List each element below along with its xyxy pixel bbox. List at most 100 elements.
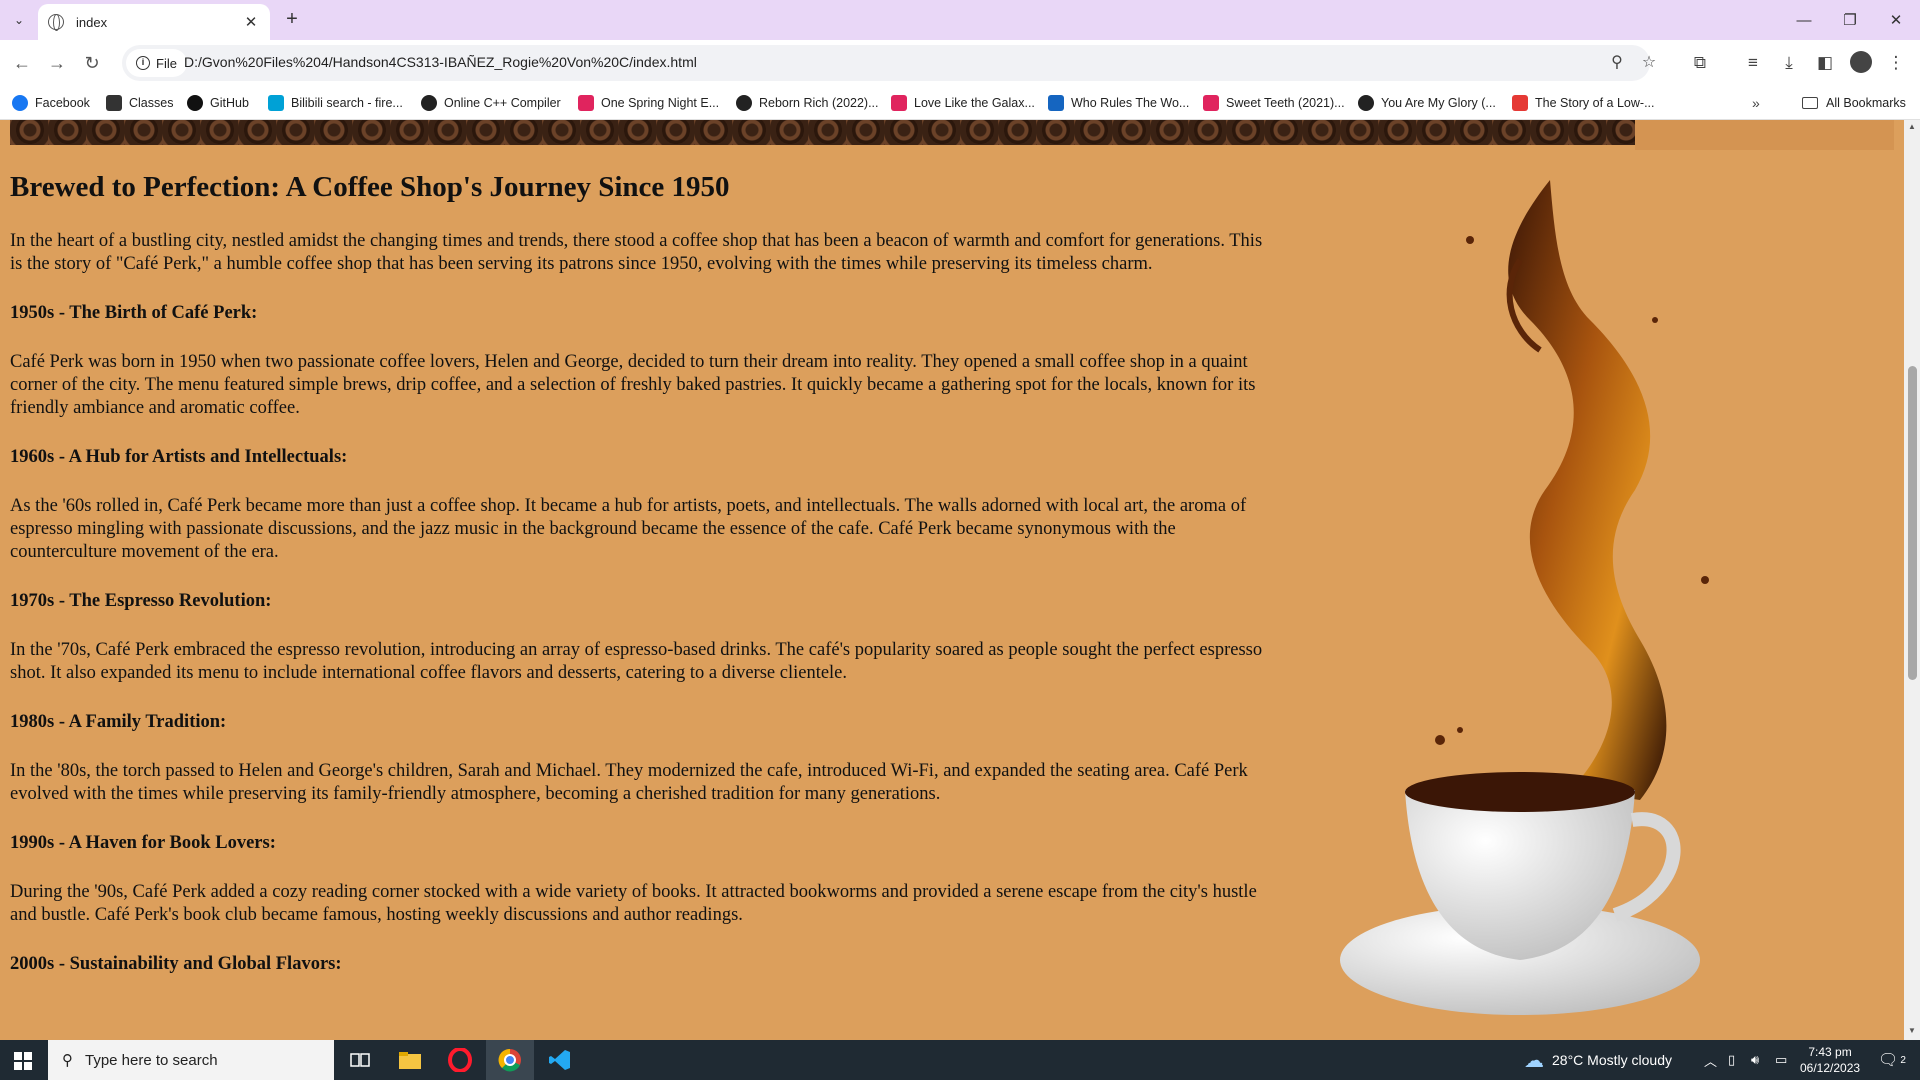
media-control-icon[interactable]: ≡	[1741, 52, 1765, 76]
site-icon	[736, 95, 752, 111]
volume-icon[interactable]: 🔊︎	[1751, 1040, 1759, 1080]
section-heading-1950s: 1950s - The Birth of Café Perk:	[10, 303, 258, 323]
section-body-1990s: During the '90s, Café Perk added a cozy …	[10, 882, 1257, 925]
site-icon	[1048, 95, 1064, 111]
windows-taskbar: ⚲ Type here to search ☁ 28°C Mostly clou…	[0, 1040, 1920, 1080]
notifications-button[interactable]: 🗨︎ 2	[1878, 1040, 1906, 1080]
downloads-icon[interactable]: ⤓	[1777, 52, 1801, 76]
address-bar[interactable]: i File D:/Gvon%20Files%204/Handson4CS313…	[122, 45, 1656, 81]
globe-icon	[48, 14, 64, 31]
bookmark-one-spring-night[interactable]: One Spring Night E...	[578, 91, 719, 115]
scroll-up-arrow-icon[interactable]: ▲	[1907, 122, 1917, 131]
forward-button[interactable]: →	[45, 52, 69, 76]
clock[interactable]: 7:43 pm 06/12/2023	[1800, 1040, 1860, 1080]
github-icon	[187, 95, 203, 111]
all-bookmarks-button[interactable]: All Bookmarks	[1802, 91, 1906, 115]
bookmark-github[interactable]: GitHub	[187, 91, 249, 115]
site-info-chip[interactable]: i File	[126, 49, 187, 77]
profile-avatar[interactable]	[1850, 51, 1872, 73]
new-tab-button[interactable]: +	[280, 8, 304, 32]
side-panel-icon[interactable]: ◧	[1813, 52, 1837, 76]
tab-close-icon[interactable]: ✕	[242, 13, 260, 31]
zoom-icon[interactable]: ⚲	[1606, 52, 1628, 74]
section-heading-2000s: 2000s - Sustainability and Global Flavor…	[10, 954, 342, 974]
browser-toolbar: ← → ↻ i File D:/Gvon%20Files%204/Handson…	[0, 40, 1920, 86]
section-heading-1980s: 1980s - A Family Tradition:	[10, 712, 227, 732]
tray-device-icon[interactable]: ▯	[1728, 1040, 1735, 1080]
bookmark-reborn-rich[interactable]: Reborn Rich (2022)...	[736, 91, 879, 115]
scroll-down-arrow-icon[interactable]: ▼	[1907, 1026, 1917, 1035]
notification-count: 2	[1900, 1054, 1906, 1066]
site-icon	[1512, 95, 1528, 111]
bookmarks-bar: Facebook Classes GitHub Bilibili search …	[0, 86, 1920, 120]
tab-title: index	[76, 14, 108, 30]
tab-strip: ⌄ index ✕ + ― ❐ ✕	[0, 0, 1920, 40]
kisskh-icon	[578, 95, 594, 111]
taskbar-search-placeholder: Type here to search	[85, 1051, 218, 1069]
bookmark-love-like-galaxy[interactable]: Love Like the Galax...	[891, 91, 1035, 115]
folder-icon	[1802, 97, 1818, 109]
compiler-icon	[421, 95, 437, 111]
vscode-icon[interactable]	[536, 1040, 584, 1080]
bookmark-story-of-low[interactable]: The Story of a Low-...	[1512, 91, 1655, 115]
opera-icon[interactable]	[436, 1040, 484, 1080]
minimize-button[interactable]: ―	[1781, 0, 1827, 40]
chrome-icon[interactable]	[486, 1040, 534, 1080]
clock-date: 06/12/2023	[1800, 1061, 1861, 1075]
classes-icon	[106, 95, 122, 111]
section-heading-1960s: 1960s - A Hub for Artists and Intellectu…	[10, 447, 348, 467]
intro-paragraph: In the heart of a bustling city, nestled…	[10, 231, 1263, 274]
bookmark-who-rules[interactable]: Who Rules The Wo...	[1048, 91, 1189, 115]
coffee-splash-image	[1340, 180, 1709, 1015]
more-bookmarks-chevron-icon[interactable]: »	[1752, 95, 1760, 111]
bookmark-online-cpp[interactable]: Online C++ Compiler	[421, 91, 561, 115]
restore-button[interactable]: ❐	[1827, 0, 1873, 40]
info-icon: i	[136, 56, 150, 70]
section-body-1950s: Café Perk was born in 1950 when two pass…	[10, 352, 1256, 418]
tray-overflow-chevron-icon[interactable]: ︿	[1704, 1040, 1717, 1080]
taskbar-search-box[interactable]: ⚲ Type here to search	[48, 1040, 334, 1080]
section-body-1960s: As the '60s rolled in, Café Perk became …	[10, 496, 1247, 562]
close-window-button[interactable]: ✕	[1873, 0, 1919, 40]
windows-start-icon[interactable]	[14, 1052, 32, 1070]
site-icon	[1358, 95, 1374, 111]
coffee-beans-banner	[10, 120, 1635, 145]
menu-kebab-icon[interactable]: ⋮	[1884, 52, 1908, 76]
back-button[interactable]: ←	[10, 52, 34, 76]
search-icon: ⚲	[62, 1052, 73, 1069]
weather-text: 28°C Mostly cloudy	[1552, 1052, 1672, 1068]
reload-button[interactable]: ↻	[80, 52, 104, 76]
section-heading-1970s: 1970s - The Espresso Revolution:	[10, 591, 272, 611]
extensions-icon[interactable]: ⧉	[1688, 52, 1712, 76]
url-text[interactable]: D:/Gvon%20Files%204/Handson4CS313-IBAÑEZ…	[184, 54, 697, 70]
banner-strip	[1635, 120, 1894, 150]
page-title: Brewed to Perfection: A Coffee Shop's Jo…	[10, 171, 730, 203]
web-page: Brewed to Perfection: A Coffee Shop's Jo…	[0, 120, 1904, 1040]
section-body-1980s: In the '80s, the torch passed to Helen a…	[10, 761, 1248, 804]
page-scrollbar[interactable]: ▲ ▼	[1904, 120, 1920, 1040]
weather-cloud-icon: ☁	[1524, 1049, 1544, 1072]
file-explorer-icon[interactable]	[386, 1040, 434, 1080]
scroll-thumb[interactable]	[1908, 366, 1917, 680]
network-icon[interactable]: ▭	[1775, 1040, 1787, 1080]
active-tab[interactable]: index ✕	[38, 4, 270, 40]
clock-time: 7:43 pm	[1808, 1045, 1852, 1059]
bilibili-icon	[268, 95, 284, 111]
bookmark-bilibili[interactable]: Bilibili search - fire...	[268, 91, 403, 115]
article: Brewed to Perfection: A Coffee Shop's Jo…	[10, 170, 1272, 1002]
bookmark-you-are-my-glory[interactable]: You Are My Glory (...	[1358, 91, 1496, 115]
section-body-1970s: In the '70s, Café Perk embraced the espr…	[10, 640, 1263, 683]
site-info-label: File	[156, 55, 177, 71]
bookmark-classes[interactable]: Classes	[106, 91, 173, 115]
bookmark-star-icon[interactable]: ☆	[1638, 52, 1660, 74]
bookmark-facebook[interactable]: Facebook	[12, 91, 90, 115]
task-view-icon[interactable]	[336, 1040, 384, 1080]
kisskh-icon	[1203, 95, 1219, 111]
kisskh-icon	[891, 95, 907, 111]
section-heading-1990s: 1990s - A Haven for Book Lovers:	[10, 833, 276, 853]
weather-widget[interactable]: ☁ 28°C Mostly cloudy	[1524, 1040, 1672, 1080]
bookmark-sweet-teeth[interactable]: Sweet Teeth (2021)...	[1203, 91, 1345, 115]
tab-search-chevron-icon[interactable]: ⌄	[8, 9, 30, 31]
facebook-icon	[12, 95, 28, 111]
notification-icon: 🗨︎	[1878, 1052, 1899, 1069]
